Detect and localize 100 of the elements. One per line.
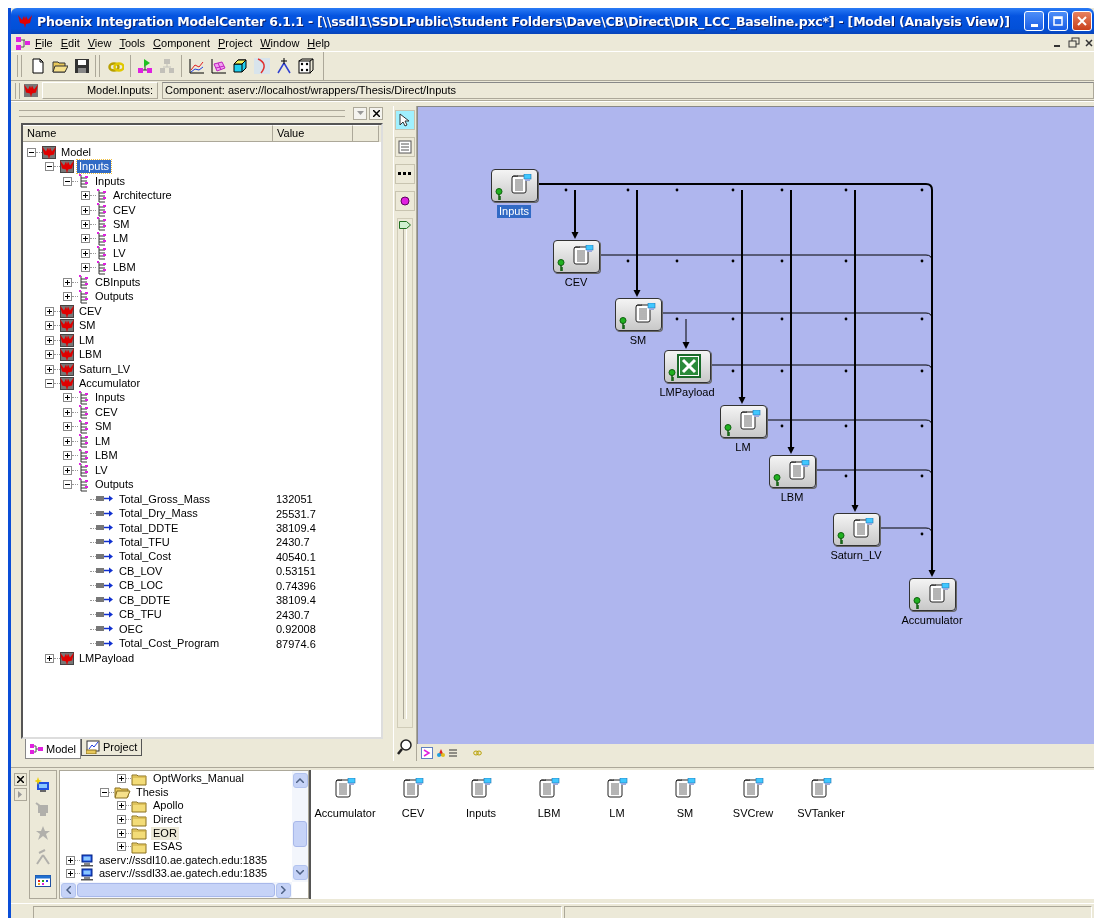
tree-expander[interactable] bbox=[63, 407, 72, 417]
tree-expander[interactable] bbox=[63, 422, 72, 432]
maximize-button[interactable] bbox=[1048, 11, 1068, 31]
tree-expander[interactable] bbox=[63, 292, 72, 302]
tree-expander[interactable] bbox=[63, 436, 72, 446]
tree-label[interactable]: Apollo bbox=[151, 799, 186, 813]
document-icon[interactable] bbox=[538, 778, 560, 800]
tree-label[interactable]: CB_TFU bbox=[117, 608, 164, 622]
tree-expander[interactable] bbox=[117, 842, 126, 852]
tree-label[interactable]: aserv://ssdl10.ae.gatech.edu:1835 bbox=[97, 853, 270, 867]
play-icon[interactable] bbox=[421, 746, 433, 759]
tree-label[interactable]: Direct bbox=[151, 813, 184, 827]
tree-label[interactable]: LBM bbox=[93, 449, 120, 463]
node-label[interactable]: CEV bbox=[562, 276, 590, 289]
tree-expander[interactable] bbox=[63, 451, 72, 461]
tree-expander[interactable] bbox=[45, 321, 54, 331]
tree-label[interactable]: Total_Dry_Mass bbox=[117, 507, 200, 521]
document-icon[interactable] bbox=[470, 778, 492, 800]
tree-label[interactable]: CB_LOC bbox=[117, 579, 166, 593]
scrollbar-thumb[interactable] bbox=[293, 821, 307, 847]
component-path-field[interactable]: Component: aserv://localhost/wrappers/Thesis/Direct/Inputs bbox=[162, 82, 1094, 99]
component-node[interactable] bbox=[769, 455, 816, 488]
vertical-scrollbar[interactable] bbox=[292, 771, 308, 882]
link-tool-button[interactable] bbox=[395, 164, 415, 184]
node-tool-button[interactable] bbox=[395, 191, 415, 211]
tree-label[interactable]: LBM bbox=[77, 348, 104, 362]
component-node[interactable] bbox=[720, 405, 767, 438]
tree-expander[interactable] bbox=[27, 147, 36, 157]
dice-button[interactable] bbox=[295, 55, 317, 77]
tree-label[interactable]: SM bbox=[77, 319, 98, 333]
document-icon[interactable] bbox=[810, 778, 832, 800]
menu-item[interactable]: Project bbox=[213, 36, 257, 49]
tree-label[interactable]: Total_Gross_Mass bbox=[117, 492, 213, 506]
palette-item-label[interactable]: LBM bbox=[537, 807, 561, 819]
tree-expander[interactable] bbox=[81, 248, 90, 258]
close-button[interactable] bbox=[13, 773, 27, 786]
component-node[interactable] bbox=[615, 298, 662, 331]
palette-item-label[interactable]: SVTanker bbox=[797, 807, 845, 819]
tree-label[interactable]: Architecture bbox=[111, 189, 174, 203]
menu-item[interactable]: View bbox=[83, 36, 116, 49]
tree-label[interactable]: OptWorks_Manual bbox=[151, 772, 246, 786]
column-header[interactable]: Value bbox=[273, 125, 353, 142]
tree-label[interactable]: EOR bbox=[151, 826, 179, 840]
component-node[interactable] bbox=[553, 240, 600, 273]
component-node[interactable] bbox=[664, 350, 711, 383]
tree-label[interactable]: SM bbox=[111, 218, 132, 231]
node-label[interactable]: LMPayload bbox=[657, 386, 717, 399]
tree-label[interactable]: CBInputs bbox=[93, 275, 143, 289]
tree-expander[interactable] bbox=[63, 480, 72, 490]
menu-item[interactable]: Window bbox=[256, 36, 304, 49]
document-icon[interactable] bbox=[606, 778, 628, 800]
tree-label[interactable]: Accumulator bbox=[77, 376, 143, 390]
node-label[interactable]: Inputs bbox=[497, 205, 531, 218]
close-button[interactable] bbox=[369, 107, 383, 120]
text-tool-button[interactable] bbox=[395, 137, 415, 157]
tree-expander[interactable] bbox=[117, 828, 126, 838]
tree-expander[interactable] bbox=[45, 162, 54, 172]
tree-label[interactable]: ESAS bbox=[151, 840, 185, 854]
tree-expander[interactable] bbox=[63, 465, 72, 475]
tree-expander[interactable] bbox=[45, 306, 54, 316]
tree-label[interactable]: CB_LOV bbox=[117, 564, 165, 578]
tree-expander[interactable] bbox=[81, 234, 90, 244]
minimize-button[interactable] bbox=[1024, 11, 1044, 31]
slider-thumb-icon[interactable] bbox=[399, 221, 411, 229]
node-label[interactable]: SM bbox=[627, 334, 649, 347]
component-node[interactable] bbox=[833, 513, 880, 546]
list-icon[interactable] bbox=[449, 748, 457, 757]
tree-label[interactable]: LM bbox=[111, 232, 131, 246]
curve-button[interactable] bbox=[251, 55, 273, 77]
tree-expander[interactable] bbox=[45, 364, 54, 374]
document-icon[interactable] bbox=[402, 778, 424, 800]
tree-label[interactable]: OEC bbox=[117, 622, 145, 636]
palette-icon[interactable] bbox=[437, 747, 445, 758]
tree-label[interactable]: Outputs bbox=[93, 478, 136, 492]
palette-item-label[interactable]: LM bbox=[609, 807, 625, 819]
tree-label[interactable]: Outputs bbox=[93, 290, 136, 304]
node-label[interactable]: Accumulator bbox=[899, 614, 965, 627]
tree-expander[interactable] bbox=[66, 869, 75, 879]
scrollbar-thumb[interactable] bbox=[77, 883, 275, 897]
tree-expander[interactable] bbox=[81, 205, 90, 215]
menu-item[interactable]: Component bbox=[149, 36, 214, 49]
component-node[interactable] bbox=[491, 169, 538, 202]
tree-label[interactable]: CEV bbox=[93, 405, 120, 419]
tree-label[interactable]: Total_DDTE bbox=[117, 521, 181, 535]
tree-expander[interactable] bbox=[66, 855, 75, 865]
panel-tab[interactable]: Model bbox=[25, 739, 81, 759]
tree-label[interactable]: Model bbox=[59, 145, 93, 159]
tree-label[interactable]: Saturn_LV bbox=[77, 362, 133, 376]
component-node[interactable] bbox=[909, 578, 956, 611]
menu-item[interactable]: Help bbox=[303, 36, 334, 49]
tree-expander[interactable] bbox=[45, 653, 54, 663]
tree-label[interactable]: Total_Cost_Program bbox=[117, 637, 222, 651]
panel-tab[interactable]: Project bbox=[80, 739, 143, 756]
tree-label[interactable]: LM bbox=[93, 434, 113, 448]
tree-label[interactable]: LBM bbox=[111, 261, 138, 275]
palette-item-label[interactable]: Inputs bbox=[466, 807, 496, 819]
tree-label[interactable]: CB_DDTE bbox=[117, 593, 173, 607]
tree-label[interactable]: LV bbox=[93, 463, 110, 477]
tree-expander[interactable] bbox=[63, 277, 72, 287]
tree-expander[interactable] bbox=[117, 774, 126, 784]
